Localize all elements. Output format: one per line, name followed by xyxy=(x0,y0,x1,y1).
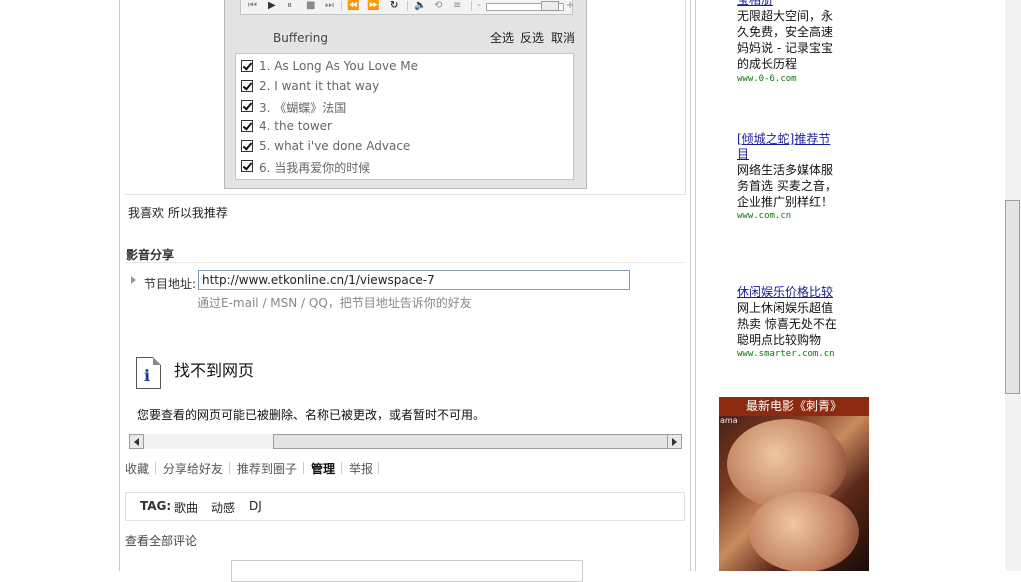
recommend-text: 我喜欢 所以我推荐 xyxy=(128,206,228,220)
view-all-comments-link[interactable]: 查看全部评论 xyxy=(125,532,197,549)
share-hint: 通过E-mail / MSN / QQ，把节目地址告诉你的好友 xyxy=(197,296,472,310)
divider xyxy=(378,462,379,474)
share-to-friend-link[interactable]: 分享给好友 xyxy=(163,460,223,477)
ad-body-line: 妈妈说 - 记录宝宝 xyxy=(737,41,833,55)
play-icon[interactable]: ▶ xyxy=(268,0,276,12)
scrollbar-thumb[interactable] xyxy=(273,434,672,449)
tag-link[interactable]: 动感 xyxy=(211,499,235,516)
playlist: 1. As Long As You Love Me 2. I want it t… xyxy=(235,53,574,180)
track-title[interactable]: 2. I want it that way xyxy=(259,79,379,93)
fast-forward-icon[interactable]: ⏩ xyxy=(367,0,379,12)
tag-box xyxy=(125,492,685,521)
divider xyxy=(155,462,156,474)
tag-label: TAG: xyxy=(140,499,172,513)
divider xyxy=(303,462,304,474)
ad-body-line: 的成长历程 xyxy=(737,57,798,71)
column-divider xyxy=(690,0,691,571)
manage-link[interactable]: 管理 xyxy=(311,460,335,477)
share-section-title: 影音分享 xyxy=(126,248,175,262)
movie-banner-title: 最新电影《刺青》 xyxy=(719,397,869,416)
player-status: Buffering xyxy=(273,31,328,45)
volume-minus[interactable]: - xyxy=(477,0,481,12)
first-track-icon[interactable]: ⏮ xyxy=(248,0,257,12)
invert-selection-link[interactable]: 反选 xyxy=(520,29,544,46)
arrow-right-icon xyxy=(672,438,677,446)
rewind-icon[interactable]: ⏪ xyxy=(347,0,359,12)
track-checkbox[interactable] xyxy=(241,100,253,112)
volume-plus[interactable]: + xyxy=(566,0,574,12)
share-url-input[interactable] xyxy=(198,270,630,290)
ad-body-line: 热卖 惊喜无处不在 xyxy=(737,317,837,331)
scroll-left-button[interactable] xyxy=(129,434,144,449)
vertical-scrollbar-thumb[interactable] xyxy=(1005,200,1020,394)
ad-body-line: 久免费，安全高速 xyxy=(737,25,834,39)
movie-banner[interactable]: 最新电影《刺青》 ama xyxy=(719,397,869,571)
select-all-link[interactable]: 全选 xyxy=(490,29,514,46)
pause-icon[interactable]: ⏸ xyxy=(287,0,292,12)
report-link[interactable]: 举报 xyxy=(349,460,373,477)
ad-body-line: 务首选 买麦之音， xyxy=(737,179,837,193)
track-checkbox[interactable] xyxy=(241,60,253,72)
info-icon: i xyxy=(136,357,161,389)
track-checkbox[interactable] xyxy=(241,160,253,172)
divider xyxy=(407,1,408,11)
volume-slider-handle[interactable] xyxy=(541,1,559,11)
recommend-to-circle-link[interactable]: 推荐到圈子 xyxy=(237,460,297,477)
divider xyxy=(229,462,230,474)
track-title[interactable]: 4. the tower xyxy=(259,119,332,133)
arrow-right-icon xyxy=(131,276,136,284)
ad-body-line: 网上休闲娱乐超值 xyxy=(737,301,834,315)
ad-url[interactable]: www.com.cn xyxy=(737,211,791,221)
scroll-right-button[interactable] xyxy=(667,434,682,449)
divider xyxy=(341,462,342,474)
divider xyxy=(341,1,342,11)
favorite-link[interactable]: 收藏 xyxy=(125,460,149,477)
ad-body-line: 网络生活多媒体服 xyxy=(737,163,834,177)
tag-link[interactable]: DJ xyxy=(249,499,262,513)
track-checkbox[interactable] xyxy=(241,120,253,132)
track-title[interactable]: 3. 《蝴蝶》法国 xyxy=(259,99,346,116)
address-label: 节目地址: xyxy=(144,277,197,291)
cancel-selection-link[interactable]: 取消 xyxy=(551,29,575,46)
ad-url[interactable]: www.0-6.com xyxy=(737,74,797,84)
track-title[interactable]: 6. 当我再爱你的时候 xyxy=(259,159,370,176)
not-found-message: 您要查看的网页可能已被删除、名称已被更改，或者暂时不可用。 xyxy=(137,408,486,422)
ad-url[interactable]: www.smarter.com.cn xyxy=(737,349,835,359)
next-track-icon[interactable]: ⏭ xyxy=(325,0,334,12)
divider xyxy=(471,1,472,11)
column-divider xyxy=(695,0,696,571)
left-border xyxy=(119,0,120,571)
ad-body-line: 聪明点比较购物 xyxy=(737,333,822,347)
ad-title[interactable]: 宝相册 xyxy=(737,0,773,8)
track-checkbox[interactable] xyxy=(241,140,253,152)
track-checkbox[interactable] xyxy=(241,80,253,92)
section-divider xyxy=(125,262,685,263)
comment-area[interactable] xyxy=(231,560,583,582)
ad-title[interactable]: 休闲娱乐价格比较 xyxy=(737,284,833,300)
loop-icon[interactable]: ⟲ xyxy=(434,0,442,12)
track-title[interactable]: 1. As Long As You Love Me xyxy=(259,59,418,73)
info-letter: i xyxy=(144,366,151,385)
ad-title[interactable]: 目 xyxy=(737,146,749,162)
track-title[interactable]: 5. what i've done Advace xyxy=(259,139,410,153)
not-found-title: 找不到网页 xyxy=(174,361,255,380)
playlist-icon[interactable]: ≡ xyxy=(453,0,461,12)
stop-icon[interactable]: ■ xyxy=(306,0,315,12)
banner-image-face xyxy=(749,492,859,571)
repeat-icon[interactable]: ↻ xyxy=(390,0,398,12)
ad-body-line: 无限超大空间，永 xyxy=(737,9,834,23)
tag-link[interactable]: 歌曲 xyxy=(174,499,198,516)
ad-body-line: 企业推广别样红！ xyxy=(737,195,834,209)
horizontal-scrollbar[interactable] xyxy=(129,434,682,449)
arrow-left-icon xyxy=(134,438,139,446)
ad-title[interactable]: [倾城之蛇]推荐节 xyxy=(737,131,830,147)
mute-icon[interactable]: 🔈 xyxy=(414,0,426,12)
banner-side-text: ama xyxy=(720,416,738,425)
